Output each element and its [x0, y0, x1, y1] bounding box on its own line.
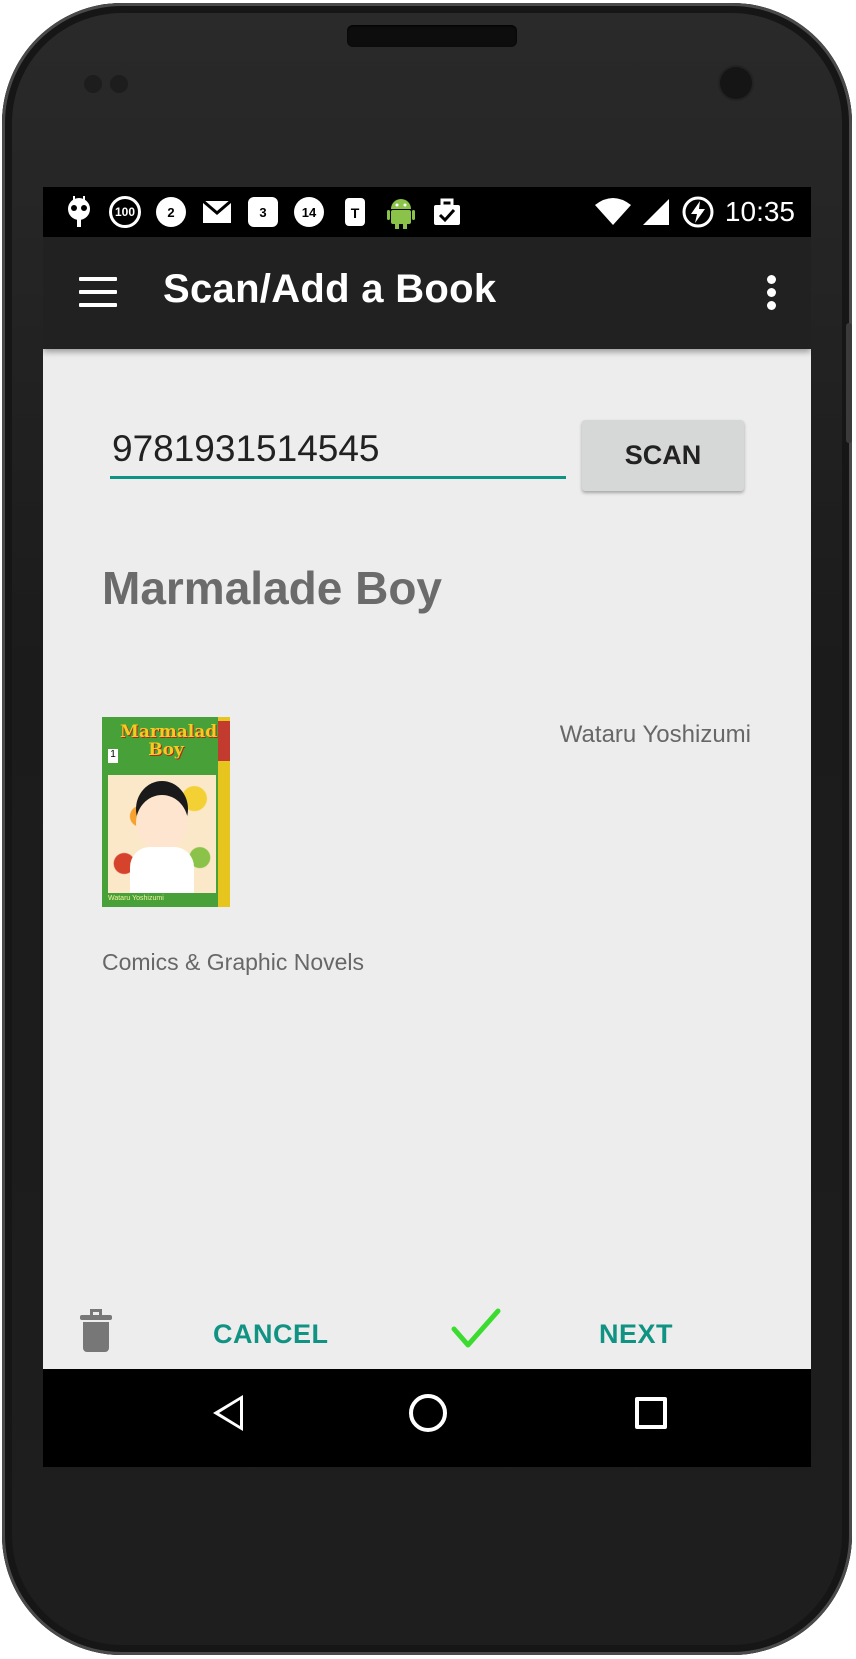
page-title: Scan/Add a Book — [163, 267, 497, 311]
action-row: CANCEL NEXT — [43, 1297, 811, 1367]
recents-nav-icon[interactable] — [635, 1397, 667, 1429]
system-status: 10:35 — [593, 193, 795, 231]
publisher-logo — [218, 721, 230, 761]
cover-volume-number: 1 — [108, 749, 118, 763]
gmail-icon — [197, 193, 237, 231]
front-camera — [720, 67, 752, 99]
earpiece-speaker — [347, 25, 517, 47]
tmobile-icon: T — [335, 193, 375, 231]
book-title: Marmalade Boy — [102, 562, 443, 614]
cell-signal-icon — [642, 199, 669, 225]
overflow-menu-icon[interactable] — [767, 275, 777, 311]
screen: 100 2 3 14 T 10:35 Scan/Add a Book 97819… — [43, 187, 811, 1467]
isbn-input[interactable] — [110, 421, 566, 479]
cover-title-text: Marmalade Boy — [120, 722, 228, 760]
notification-count-3-icon: 3 — [243, 193, 283, 231]
battery-charging-icon — [682, 196, 714, 228]
main-content: SCAN Marmalade Boy Marmalade Boy 1 Watar… — [43, 349, 811, 1369]
cyanogenmod-icon — [59, 193, 99, 231]
navigation-bar — [43, 1369, 811, 1467]
notification-count-2-icon: 2 — [151, 193, 191, 231]
cover-author-text: Wataru Yoshizumi — [108, 895, 164, 902]
proximity-sensor — [84, 75, 102, 93]
notification-count-100-icon: 100 — [105, 193, 145, 231]
book-author: Wataru Yoshizumi — [559, 721, 751, 748]
svg-text:T: T — [351, 205, 360, 221]
checkmark-icon[interactable] — [451, 1307, 501, 1351]
app-bar: Scan/Add a Book — [43, 237, 811, 349]
briefcase-check-icon — [427, 193, 467, 231]
home-nav-icon[interactable] — [409, 1394, 447, 1432]
book-cover-image: Marmalade Boy 1 Wataru Yoshizumi — [102, 717, 230, 907]
delete-trash-icon[interactable] — [80, 1309, 112, 1355]
notification-count-14-icon: 14 — [289, 193, 329, 231]
light-sensor — [110, 75, 128, 93]
status-bar: 100 2 3 14 T 10:35 — [43, 187, 811, 237]
scan-button[interactable]: SCAN — [582, 420, 744, 491]
android-icon — [381, 193, 421, 231]
cover-artwork — [108, 775, 216, 893]
cancel-button[interactable]: CANCEL — [213, 1319, 329, 1350]
power-button — [846, 323, 852, 443]
book-category: Comics & Graphic Novels — [102, 949, 365, 975]
hamburger-menu-icon[interactable] — [79, 277, 117, 309]
notification-icons: 100 2 3 14 T — [59, 193, 467, 231]
next-button[interactable]: NEXT — [599, 1319, 673, 1350]
wifi-icon — [594, 198, 631, 225]
status-time: 10:35 — [724, 196, 795, 227]
